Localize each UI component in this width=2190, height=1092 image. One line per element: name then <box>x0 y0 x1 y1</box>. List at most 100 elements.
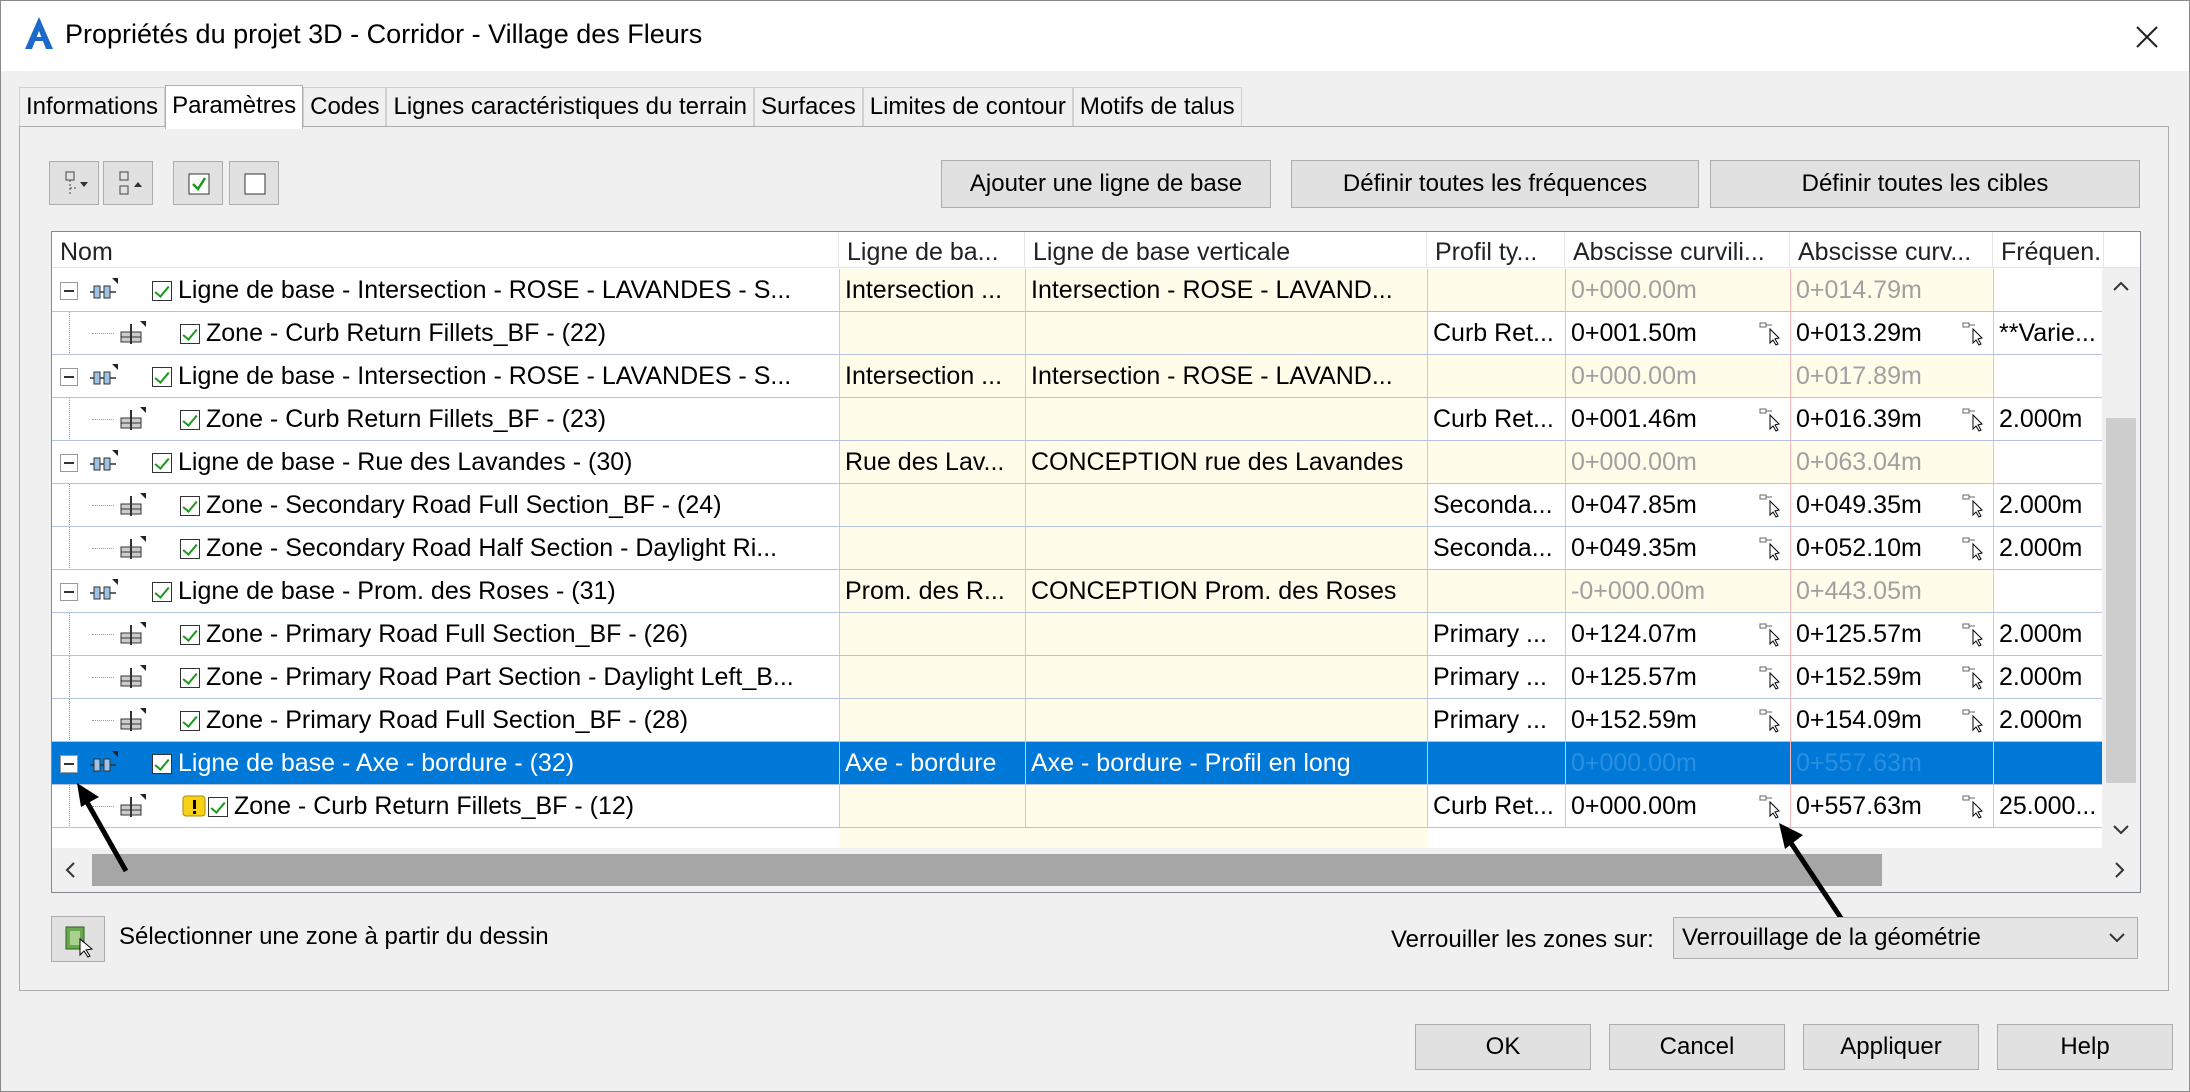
row-checkbox[interactable] <box>152 281 172 301</box>
add-baseline-button[interactable]: Ajouter une ligne de base <box>941 160 1271 208</box>
row-checkbox[interactable] <box>152 367 172 387</box>
set-all-targets-button[interactable]: Définir toutes les cibles <box>1710 160 2140 208</box>
row-checkbox[interactable] <box>180 324 200 344</box>
scroll-up-icon[interactable] <box>2106 272 2136 302</box>
ok-button[interactable]: OK <box>1415 1024 1591 1070</box>
cell-end-station[interactable]: 0+557.63m <box>1790 742 1993 785</box>
row-checkbox[interactable] <box>180 539 200 559</box>
cell-end-station[interactable]: 0+443.05m <box>1790 570 1993 613</box>
cell-end-station[interactable]: 0+152.59m <box>1790 656 1993 699</box>
cell-start-station[interactable]: 0+000.00m <box>1565 785 1790 828</box>
cell-name[interactable]: Ligne de base - Prom. des Roses - (31) <box>52 570 839 613</box>
row-checkbox[interactable] <box>180 625 200 645</box>
row-checkbox[interactable] <box>180 496 200 516</box>
cell-end-station[interactable]: 0+014.79m <box>1790 269 1993 312</box>
cell-assembly[interactable] <box>1427 570 1565 613</box>
cell-vertical-baseline[interactable] <box>1025 398 1427 441</box>
cell-baseline[interactable] <box>839 785 1025 828</box>
cell-start-station[interactable]: 0+124.07m <box>1565 613 1790 656</box>
cell-assembly[interactable] <box>1427 355 1565 398</box>
cell-end-station[interactable]: 0+052.10m <box>1790 527 1993 570</box>
cell-assembly[interactable]: Seconda... <box>1427 527 1565 570</box>
cell-vertical-baseline[interactable] <box>1025 785 1427 828</box>
cell-name[interactable]: Ligne de base - Intersection - ROSE - LA… <box>52 269 839 312</box>
help-button[interactable]: Help <box>1997 1024 2173 1070</box>
close-icon[interactable] <box>2125 15 2169 59</box>
collapse-toggle[interactable] <box>60 755 78 773</box>
cell-vertical-baseline[interactable]: CONCEPTION rue des Lavandes <box>1025 441 1427 484</box>
column-header-frequency[interactable]: Fréquen... <box>1993 232 2104 268</box>
column-header-vertical-baseline[interactable]: Ligne de base verticale <box>1025 232 1427 268</box>
baseline-row[interactable]: Ligne de base - Intersection - ROSE - LA… <box>52 269 2104 312</box>
cell-frequency[interactable] <box>1993 441 2104 484</box>
cell-baseline[interactable]: Rue des Lav... <box>839 441 1025 484</box>
cell-vertical-baseline[interactable]: Axe - bordure - Profil en long <box>1025 742 1427 785</box>
pick-station-icon[interactable] <box>1758 406 1784 432</box>
cell-baseline[interactable] <box>839 484 1025 527</box>
cell-baseline[interactable] <box>839 613 1025 656</box>
cell-vertical-baseline[interactable] <box>1025 312 1427 355</box>
cell-end-station[interactable]: 0+016.39m <box>1790 398 1993 441</box>
pick-station-icon[interactable] <box>1961 707 1987 733</box>
tab-informations[interactable]: Informations <box>19 87 166 127</box>
pick-station-icon[interactable] <box>1758 320 1784 346</box>
check-all-button[interactable] <box>173 161 223 205</box>
cell-frequency[interactable]: 2.000m <box>1993 613 2104 656</box>
cell-vertical-baseline[interactable]: Intersection - ROSE - LAVAND... <box>1025 355 1427 398</box>
pick-station-icon[interactable] <box>1758 707 1784 733</box>
row-checkbox[interactable] <box>152 453 172 473</box>
scroll-down-icon[interactable] <box>2106 814 2136 844</box>
cell-assembly[interactable]: Curb Ret... <box>1427 785 1565 828</box>
region-row[interactable]: Zone - Primary Road Full Section_BF - (2… <box>52 613 2104 656</box>
pick-station-icon[interactable] <box>1758 535 1784 561</box>
region-row[interactable]: Zone - Primary Road Part Section - Dayli… <box>52 656 2104 699</box>
cell-vertical-baseline[interactable] <box>1025 527 1427 570</box>
horizontal-scroll-thumb[interactable] <box>92 854 1882 886</box>
cell-frequency[interactable]: 25.000... <box>1993 785 2104 828</box>
column-header-name[interactable]: Nom <box>52 232 839 268</box>
column-header-baseline[interactable]: Ligne de ba... <box>839 232 1025 268</box>
column-header-end-station[interactable]: Abscisse curv... <box>1790 232 1993 268</box>
row-checkbox[interactable] <box>180 410 200 430</box>
uncheck-all-button[interactable] <box>229 161 279 205</box>
cell-baseline[interactable]: Intersection ... <box>839 355 1025 398</box>
cell-vertical-baseline[interactable]: CONCEPTION Prom. des Roses <box>1025 570 1427 613</box>
cell-assembly[interactable]: Primary ... <box>1427 656 1565 699</box>
tab-limites-de-contour[interactable]: Limites de contour <box>862 87 1073 127</box>
column-header-start-station[interactable]: Abscisse curvili... <box>1565 232 1790 268</box>
row-checkbox[interactable] <box>152 754 172 774</box>
baseline-row[interactable]: Ligne de base - Rue des Lavandes - (30) R… <box>52 441 2104 484</box>
region-row[interactable]: Zone - Secondary Road Full Section_BF - … <box>52 484 2104 527</box>
cell-frequency[interactable]: 2.000m <box>1993 484 2104 527</box>
cell-start-station[interactable]: 0+000.00m <box>1565 441 1790 484</box>
pick-station-icon[interactable] <box>1758 492 1784 518</box>
region-row[interactable]: Zone - Secondary Road Half Section - Day… <box>52 527 2104 570</box>
cell-name[interactable]: Zone - Secondary Road Half Section - Day… <box>52 527 839 570</box>
cell-frequency[interactable]: 2.000m <box>1993 527 2104 570</box>
cell-end-station[interactable]: 0+154.09m <box>1790 699 1993 742</box>
cell-baseline[interactable]: Intersection ... <box>839 269 1025 312</box>
tab-parametres[interactable]: Paramètres <box>165 85 304 129</box>
cell-frequency[interactable] <box>1993 269 2104 312</box>
cell-assembly[interactable] <box>1427 441 1565 484</box>
cell-baseline[interactable] <box>839 656 1025 699</box>
scroll-right-icon[interactable] <box>2104 855 2134 885</box>
baseline-row[interactable]: Ligne de base - Prom. des Roses - (31) Pr… <box>52 570 2104 613</box>
collapse-toggle[interactable] <box>60 368 78 386</box>
cell-vertical-baseline[interactable] <box>1025 656 1427 699</box>
cell-start-station[interactable]: 0+000.00m <box>1565 742 1790 785</box>
cell-baseline[interactable] <box>839 699 1025 742</box>
cell-start-station[interactable]: 0+125.57m <box>1565 656 1790 699</box>
cell-name[interactable]: Ligne de base - Axe - bordure - (32) <box>52 742 839 785</box>
cell-name[interactable]: Ligne de base - Rue des Lavandes - (30) <box>52 441 839 484</box>
cell-assembly[interactable] <box>1427 742 1565 785</box>
pick-station-icon[interactable] <box>1961 793 1987 819</box>
cell-start-station[interactable]: -0+000.00m <box>1565 570 1790 613</box>
pick-station-icon[interactable] <box>1961 664 1987 690</box>
cell-start-station[interactable]: 0+001.46m <box>1565 398 1790 441</box>
cell-frequency[interactable]: **Varie... <box>1993 312 2104 355</box>
cell-start-station[interactable]: 0+049.35m <box>1565 527 1790 570</box>
vertical-scroll-thumb[interactable] <box>2106 418 2136 783</box>
tab-surfaces[interactable]: Surfaces <box>754 87 863 127</box>
cell-frequency[interactable]: 2.000m <box>1993 398 2104 441</box>
